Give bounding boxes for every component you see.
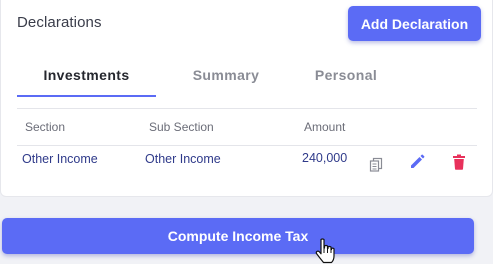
active-tab-indicator xyxy=(17,95,156,97)
column-header-section: Section xyxy=(25,120,66,134)
add-declaration-button[interactable]: Add Declaration xyxy=(348,6,481,41)
declarations-card: Declarations Add Declaration Investments… xyxy=(0,0,493,197)
tab-personal[interactable]: Personal xyxy=(296,52,396,97)
cell-amount: 240,000 xyxy=(302,151,348,165)
cell-sub-section: Other Income xyxy=(145,152,221,166)
column-header-amount: Amount xyxy=(304,120,346,134)
delete-icon[interactable] xyxy=(451,154,467,170)
tabs-divider xyxy=(17,108,477,109)
tab-bar: Investments Summary Personal xyxy=(17,52,477,97)
header-divider xyxy=(17,145,477,146)
hand-pointer-cursor-icon xyxy=(315,238,335,264)
tab-summary[interactable]: Summary xyxy=(156,52,296,97)
tab-investments[interactable]: Investments xyxy=(17,52,156,97)
column-header-sub-section: Sub Section xyxy=(149,120,214,134)
card-title: Declarations xyxy=(17,14,102,31)
edit-icon[interactable] xyxy=(409,154,425,170)
cell-section: Other Income xyxy=(22,152,98,166)
compute-income-tax-button[interactable]: Compute Income Tax xyxy=(2,218,474,254)
copy-icon[interactable] xyxy=(368,156,384,172)
